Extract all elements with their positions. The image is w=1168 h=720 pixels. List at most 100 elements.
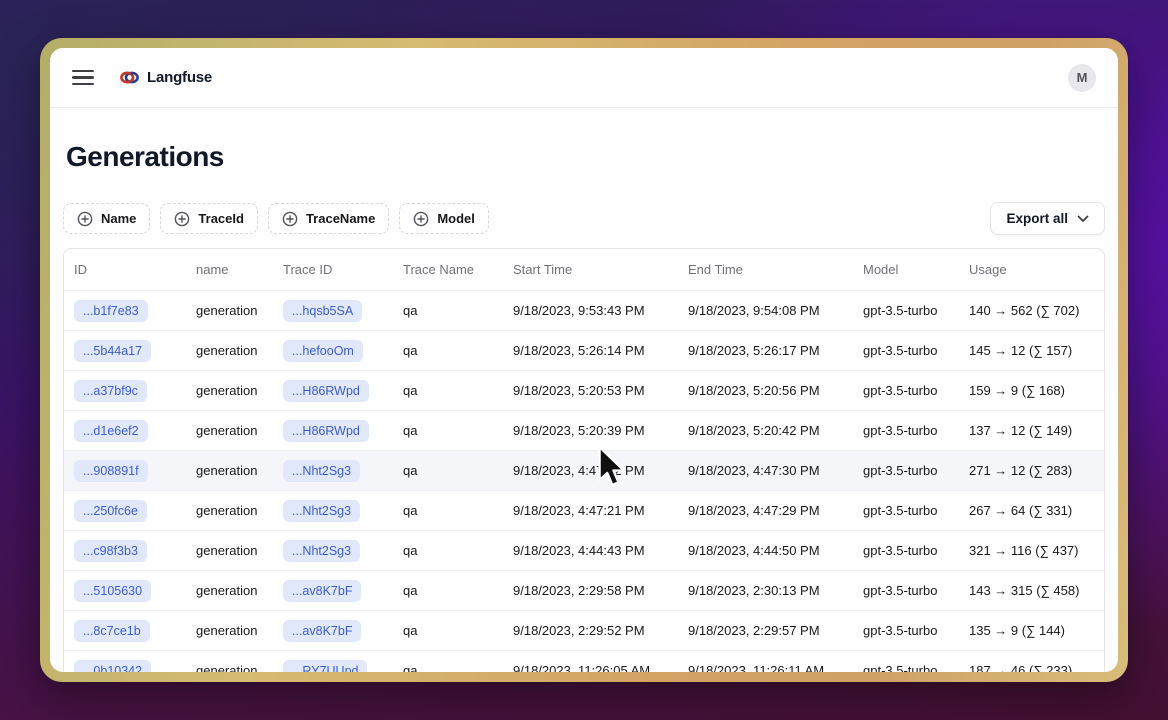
table-row[interactable]: ...c98f3b3generation...Nht2Sg3qa9/18/202… — [64, 530, 1104, 570]
cell-name: generation — [186, 463, 273, 478]
cell-end_time: 9/18/2023, 4:47:29 PM — [678, 503, 853, 518]
user-avatar[interactable]: M — [1068, 64, 1096, 92]
cell-model: gpt-3.5-turbo — [853, 463, 959, 478]
cell-start_time: 9/18/2023, 11:26:05 AM — [503, 663, 678, 672]
cell-trace_name: qa — [393, 343, 503, 358]
menu-icon[interactable] — [72, 70, 94, 86]
cell-trace_id: ...RY7UUpd — [273, 660, 393, 673]
cell-name: generation — [186, 423, 273, 438]
generation-id-link[interactable]: ...c98f3b3 — [74, 540, 147, 562]
brand[interactable]: Langfuse — [120, 69, 212, 86]
cell-usage: 271 → 12 (∑ 283) — [959, 463, 1104, 478]
cell-model: gpt-3.5-turbo — [853, 543, 959, 558]
cell-name: generation — [186, 583, 273, 598]
trace-id-link[interactable]: ...hefooOm — [283, 340, 363, 362]
generation-id-link[interactable]: ...5b44a17 — [74, 340, 151, 362]
app-window: Langfuse M Generations Name TraceId TraceN… — [50, 48, 1118, 672]
cell-id: ...a37bf9c — [64, 380, 186, 402]
filter-button-name[interactable]: Name — [63, 203, 150, 234]
cell-usage: 143 → 315 (∑ 458) — [959, 583, 1104, 598]
cell-trace_name: qa — [393, 583, 503, 598]
trace-id-link[interactable]: ...av8K7bF — [283, 620, 361, 642]
cell-start_time: 9/18/2023, 5:20:53 PM — [503, 383, 678, 398]
top-navbar: Langfuse M — [50, 48, 1118, 108]
cell-usage: 137 → 12 (∑ 149) — [959, 423, 1104, 438]
cell-id: ...d1e6ef2 — [64, 420, 186, 442]
cell-usage: 321 → 116 (∑ 437) — [959, 543, 1104, 558]
trace-id-link[interactable]: ...av8K7bF — [283, 580, 361, 602]
cell-id: ...250fc6e — [64, 500, 186, 522]
cell-id: ...b1f7e83 — [64, 300, 186, 322]
cell-trace_name: qa — [393, 303, 503, 318]
cell-end_time: 9/18/2023, 4:47:30 PM — [678, 463, 853, 478]
cell-trace_name: qa — [393, 423, 503, 438]
trace-id-link[interactable]: ...H86RWpd — [283, 380, 369, 402]
cell-id: ...5b44a17 — [64, 340, 186, 362]
cell-usage: 145 → 12 (∑ 157) — [959, 343, 1104, 358]
table-row[interactable]: ...250fc6egeneration...Nht2Sg3qa9/18/202… — [64, 490, 1104, 530]
filter-button-traceid[interactable]: TraceId — [160, 203, 258, 234]
cell-start_time: 9/18/2023, 4:47:21 PM — [503, 503, 678, 518]
generation-id-link[interactable]: ...b1f7e83 — [74, 300, 148, 322]
filter-label: Model — [437, 211, 475, 226]
table-row[interactable]: ...d1e6ef2 generation ...H86RWpd qa 9/18/202… — [64, 410, 1104, 450]
trace-id-link[interactable]: ...Nht2Sg3 — [283, 500, 360, 522]
cell-name: generation — [186, 343, 273, 358]
cell-name: generation — [186, 303, 273, 318]
table-row[interactable]: ...5105630 generation ...av8K7bF qa 9/18/202… — [64, 570, 1104, 610]
table-row[interactable]: ...b1f7e83 generation ...hqsb5SA qa 9/18/202… — [64, 290, 1104, 330]
chevron-down-icon — [1077, 215, 1089, 223]
cell-name: generation — [186, 663, 273, 672]
filter-button-model[interactable]: Model — [399, 203, 489, 234]
plus-circle-icon — [282, 211, 298, 227]
cell-name: generation — [186, 543, 273, 558]
cell-model: gpt-3.5-turbo — [853, 383, 959, 398]
cell-model: gpt-3.5-turbo — [853, 423, 959, 438]
cell-usage: 267 → 64 (∑ 331) — [959, 503, 1104, 518]
cell-trace_name: qa — [393, 503, 503, 518]
cell-trace_name: qa — [393, 623, 503, 638]
trace-id-link[interactable]: ...H86RWpd — [283, 420, 369, 442]
table-body: ...b1f7e83generation...hqsb5SAqa9/18/202… — [64, 290, 1104, 672]
cell-end_time: 9/18/2023, 9:54:08 PM — [678, 303, 853, 318]
generation-id-link[interactable]: ...8c7ce1b — [74, 620, 150, 642]
cell-end_time: 9/18/2023, 2:29:57 PM — [678, 623, 853, 638]
table-row[interactable]: ...908891fgeneration...Nht2Sg3qa9/18/202… — [64, 450, 1104, 490]
langfuse-knot-icon — [120, 70, 139, 85]
cell-start_time: 9/18/2023, 4:47:22 PM — [503, 463, 678, 478]
cell-end_time: 9/18/2023, 5:20:42 PM — [678, 423, 853, 438]
table-row[interactable]: ...5b44a17 generation ...hefooOm qa 9/18/202… — [64, 330, 1104, 370]
generation-id-link[interactable]: ...d1e6ef2 — [74, 420, 148, 442]
generation-id-link[interactable]: ...5105630 — [74, 580, 151, 602]
page-content: Generations Name TraceId TraceName Model Ex… — [50, 108, 1118, 672]
cell-trace_id: ...H86RWpd — [273, 420, 393, 442]
cell-end_time: 9/18/2023, 5:26:17 PM — [678, 343, 853, 358]
generations-table: IDnameTrace IDTrace NameStart TimeEnd Ti… — [63, 248, 1105, 672]
cell-start_time: 9/18/2023, 4:44:43 PM — [503, 543, 678, 558]
page-title: Generations — [63, 140, 1105, 174]
filter-label: Name — [101, 211, 136, 226]
cell-model: gpt-3.5-turbo — [853, 663, 959, 672]
generation-id-link[interactable]: ...a37bf9c — [74, 380, 147, 402]
table-row[interactable]: ...8c7ce1bgeneration...av8K7bFqa9/18/202… — [64, 610, 1104, 650]
cell-end_time: 9/18/2023, 2:30:13 PM — [678, 583, 853, 598]
generation-id-link[interactable]: ...0b10342 — [74, 660, 151, 673]
cell-usage: 159 → 9 (∑ 168) — [959, 383, 1104, 398]
cell-usage: 135 → 9 (∑ 144) — [959, 623, 1104, 638]
toolbar: Name TraceId TraceName Model Export all — [63, 202, 1105, 235]
export-all-button[interactable]: Export all — [990, 202, 1105, 235]
generation-id-link[interactable]: ...908891f — [74, 460, 148, 482]
table-header-row: IDnameTrace IDTrace NameStart TimeEnd Ti… — [64, 249, 1104, 290]
trace-id-link[interactable]: ...Nht2Sg3 — [283, 540, 360, 562]
filter-button-tracename[interactable]: TraceName — [268, 203, 389, 234]
table-row[interactable]: ...0b10342generation...RY7UUpdqa9/18/202… — [64, 650, 1104, 672]
column-header-end_time: End Time — [678, 262, 853, 277]
cell-trace_id: ...hqsb5SA — [273, 300, 393, 322]
trace-id-link[interactable]: ...RY7UUpd — [283, 660, 367, 673]
cell-trace_id: ...Nht2Sg3 — [273, 500, 393, 522]
trace-id-link[interactable]: ...hqsb5SA — [283, 300, 362, 322]
generation-id-link[interactable]: ...250fc6e — [74, 500, 147, 522]
trace-id-link[interactable]: ...Nht2Sg3 — [283, 460, 360, 482]
table-row[interactable]: ...a37bf9cgeneration...H86RWpdqa9/18/202… — [64, 370, 1104, 410]
cell-id: ...908891f — [64, 460, 186, 482]
